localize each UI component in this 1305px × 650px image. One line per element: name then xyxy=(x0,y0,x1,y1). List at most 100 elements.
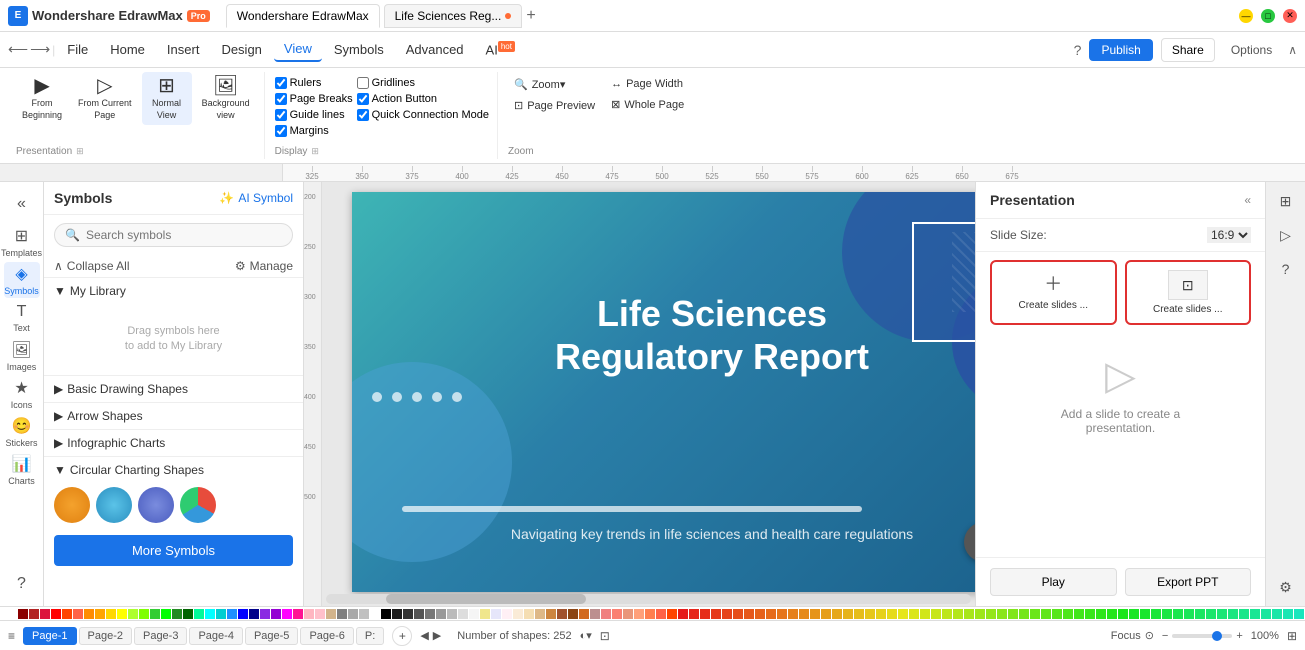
symbols-button[interactable]: ◈ Symbols xyxy=(4,262,40,298)
color-swatch-78[interactable] xyxy=(876,609,886,619)
templates-button[interactable]: ⊞ Templates xyxy=(4,224,40,260)
color-swatch-44[interactable] xyxy=(502,609,512,619)
collapse-sidebar-button[interactable]: « xyxy=(4,186,40,222)
color-swatch-51[interactable] xyxy=(579,609,589,619)
ai-symbol-button[interactable]: ✨ AI Symbol xyxy=(219,191,293,205)
color-swatch-88[interactable] xyxy=(986,609,996,619)
color-swatch-29[interactable] xyxy=(337,609,347,619)
color-swatch-5[interactable] xyxy=(73,609,83,619)
presentation-icon-button[interactable]: ▷ xyxy=(1271,220,1301,250)
background-view-button[interactable]: 🖼 Backgroundview xyxy=(196,72,256,125)
color-swatch-109[interactable] xyxy=(1217,609,1227,619)
color-swatch-28[interactable] xyxy=(326,609,336,619)
menu-home[interactable]: Home xyxy=(100,38,155,61)
color-swatch-64[interactable] xyxy=(722,609,732,619)
color-swatch-24[interactable] xyxy=(282,609,292,619)
color-swatch-92[interactable] xyxy=(1030,609,1040,619)
color-swatch-23[interactable] xyxy=(271,609,281,619)
guide-lines-checkbox[interactable]: Guide lines xyxy=(275,108,353,122)
color-swatch-71[interactable] xyxy=(799,609,809,619)
color-swatch-43[interactable] xyxy=(491,609,501,619)
quick-connection-checkbox[interactable]: Quick Connection Mode xyxy=(357,108,489,122)
color-swatch-107[interactable] xyxy=(1195,609,1205,619)
action-button-input[interactable] xyxy=(357,93,369,105)
color-swatch-102[interactable] xyxy=(1140,609,1150,619)
publish-button[interactable]: Publish xyxy=(1089,39,1152,61)
color-swatch-63[interactable] xyxy=(711,609,721,619)
color-swatch-49[interactable] xyxy=(557,609,567,619)
menu-design[interactable]: Design xyxy=(211,38,271,61)
color-swatch-68[interactable] xyxy=(766,609,776,619)
images-button[interactable]: 🖼 Images xyxy=(4,338,40,374)
share-button[interactable]: Share xyxy=(1161,38,1215,62)
circular-shape-1[interactable] xyxy=(54,487,90,523)
page-width-button[interactable]: ↔ Page Width xyxy=(605,76,690,92)
color-swatch-67[interactable] xyxy=(755,609,765,619)
color-swatch-34[interactable] xyxy=(392,609,402,619)
color-swatch-58[interactable] xyxy=(656,609,666,619)
color-swatch-27[interactable] xyxy=(315,609,325,619)
color-swatch-103[interactable] xyxy=(1151,609,1161,619)
color-swatch-96[interactable] xyxy=(1074,609,1084,619)
page-preview-button[interactable]: ⊡ Page Preview xyxy=(508,97,601,114)
help-icon[interactable]: ? xyxy=(1074,42,1082,58)
color-swatch-13[interactable] xyxy=(161,609,171,619)
stickers-button[interactable]: 😊 Stickers xyxy=(4,414,40,450)
arrow-shapes-header[interactable]: ▶ Arrow Shapes xyxy=(44,403,303,429)
margins-checkbox[interactable]: Margins xyxy=(275,124,353,138)
color-swatch-25[interactable] xyxy=(293,609,303,619)
menu-ai[interactable]: AIhot xyxy=(476,38,525,61)
play-button[interactable]: Play xyxy=(990,568,1117,596)
expand-icon[interactable]: ∧ xyxy=(1288,43,1297,57)
redo-button[interactable]: ⟶ xyxy=(30,41,50,58)
color-swatch-19[interactable] xyxy=(227,609,237,619)
color-swatch-59[interactable] xyxy=(667,609,677,619)
slide-size-select[interactable]: 16:9 4:3 xyxy=(1207,227,1251,243)
color-swatch-8[interactable] xyxy=(106,609,116,619)
menu-advanced[interactable]: Advanced xyxy=(396,38,474,61)
menu-symbols[interactable]: Symbols xyxy=(324,38,394,61)
color-swatch-70[interactable] xyxy=(788,609,798,619)
search-input[interactable] xyxy=(86,228,282,242)
export-ppt-button[interactable]: Export PPT xyxy=(1125,568,1252,596)
color-swatch-30[interactable] xyxy=(348,609,358,619)
color-swatch-97[interactable] xyxy=(1085,609,1095,619)
color-swatch-100[interactable] xyxy=(1118,609,1128,619)
color-swatch-94[interactable] xyxy=(1052,609,1062,619)
rulers-checkbox[interactable]: Rulers xyxy=(275,76,353,90)
color-swatch-60[interactable] xyxy=(678,609,688,619)
color-swatch-81[interactable] xyxy=(909,609,919,619)
color-swatch-12[interactable] xyxy=(150,609,160,619)
file-tab[interactable]: Life Sciences Reg... xyxy=(384,4,523,28)
color-swatch-40[interactable] xyxy=(458,609,468,619)
color-swatch-84[interactable] xyxy=(942,609,952,619)
color-swatch-1[interactable] xyxy=(29,609,39,619)
color-swatch-56[interactable] xyxy=(634,609,644,619)
color-swatch-91[interactable] xyxy=(1019,609,1029,619)
zoom-button[interactable]: 🔍 Zoom▾ xyxy=(508,76,601,93)
from-beginning-button[interactable]: ▶ FromBeginning xyxy=(16,72,68,125)
color-swatch-17[interactable] xyxy=(205,609,215,619)
color-swatch-93[interactable] xyxy=(1041,609,1051,619)
icons-button[interactable]: ★ Icons xyxy=(4,376,40,412)
color-swatch-106[interactable] xyxy=(1184,609,1194,619)
menu-insert[interactable]: Insert xyxy=(157,38,210,61)
text-button[interactable]: T Text xyxy=(4,300,40,336)
page-breaks-checkbox[interactable]: Page Breaks xyxy=(275,92,353,106)
menu-file[interactable]: File xyxy=(57,38,98,61)
maximize-button[interactable]: □ xyxy=(1261,9,1275,23)
color-swatch-101[interactable] xyxy=(1129,609,1139,619)
color-swatch-41[interactable] xyxy=(469,609,479,619)
basic-drawing-header[interactable]: ▶ Basic Drawing Shapes xyxy=(44,376,303,402)
color-swatch-79[interactable] xyxy=(887,609,897,619)
color-swatch-85[interactable] xyxy=(953,609,963,619)
color-swatch-57[interactable] xyxy=(645,609,655,619)
color-swatch-26[interactable] xyxy=(304,609,314,619)
color-swatch-72[interactable] xyxy=(810,609,820,619)
gridlines-input[interactable] xyxy=(357,77,369,89)
color-swatch-74[interactable] xyxy=(832,609,842,619)
circular-shape-3[interactable] xyxy=(138,487,174,523)
create-slides-button-1[interactable]: ＋ Create slides ... xyxy=(990,260,1117,325)
color-swatch-83[interactable] xyxy=(931,609,941,619)
color-swatch-66[interactable] xyxy=(744,609,754,619)
